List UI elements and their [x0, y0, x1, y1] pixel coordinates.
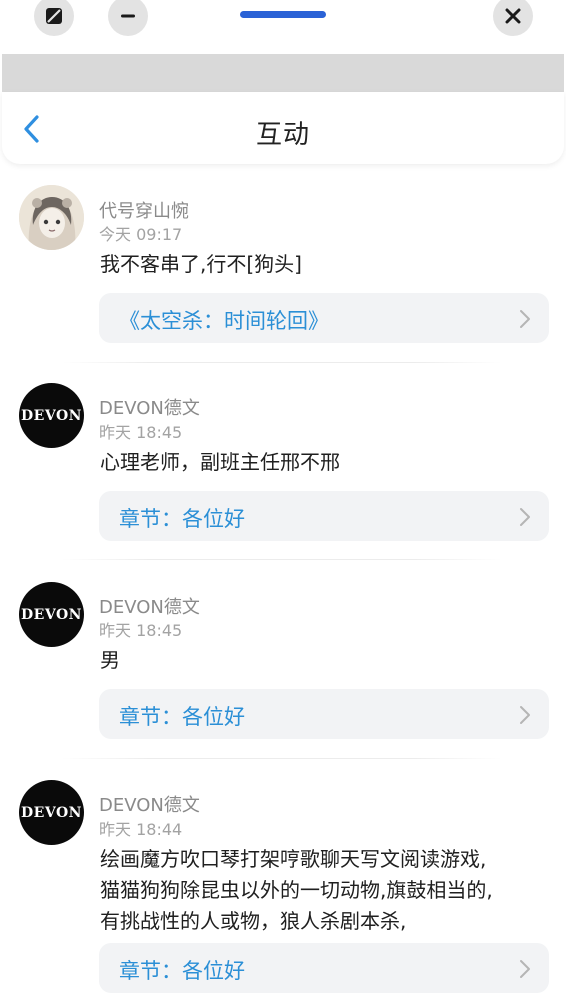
comment-item: 代号穿山惋 今天 09:17 我不客串了,行不[狗头] 《太空杀：时间轮回》 — [0, 170, 566, 363]
source-link-text: 章节：各位好 — [119, 705, 245, 729]
divider — [62, 559, 502, 560]
status-bar-placeholder — [2, 54, 564, 92]
user-name[interactable]: DEVON德文 — [99, 394, 200, 420]
comment-line: 猫猫狗狗除昆虫以外的一切动物,旗鼓相当的, — [100, 878, 493, 902]
avatar-logo-text: DEVON — [21, 804, 82, 821]
close-icon — [505, 8, 521, 24]
anime-girl-avatar-icon — [19, 185, 84, 250]
source-link-text: 《太空杀：时间轮回》 — [119, 309, 329, 333]
comment-line: 有挑战性的人或物，狼人杀剧本杀, — [100, 909, 407, 933]
comment-line: 心理老师，副班主任邢不邢 — [100, 450, 340, 474]
source-link-text: 章节：各位好 — [119, 507, 245, 531]
chevron-right-icon — [520, 706, 530, 724]
avatar-logo-text: DEVON — [21, 407, 82, 424]
avatar-logo-text: DEVON — [21, 606, 82, 623]
timestamp: 昨天 18:44 — [99, 820, 183, 839]
comment-line: 男 — [100, 648, 120, 672]
timestamp: 昨天 18:45 — [99, 621, 183, 640]
timestamp: 昨天 18:45 — [99, 423, 183, 442]
chevron-right-icon — [520, 960, 530, 978]
source-link-card[interactable]: 《太空杀：时间轮回》 — [99, 293, 549, 343]
comment-text: 我不客串了,行不[狗头] — [100, 249, 550, 280]
comment-text: 男 — [100, 645, 550, 676]
chevron-right-icon — [520, 310, 530, 328]
source-link-card[interactable]: 章节：各位好 — [99, 491, 549, 541]
divider — [62, 758, 502, 759]
comment-item: DEVON DEVON德文 昨天 18:45 心理老师，副班主任邢不邢 章节：各… — [0, 368, 566, 560]
user-name[interactable]: DEVON德文 — [99, 593, 200, 619]
comment-text: 心理老师，副班主任邢不邢 — [100, 447, 550, 478]
minimize-button[interactable] — [108, 0, 148, 36]
user-avatar[interactable]: DEVON — [19, 780, 84, 845]
timestamp: 今天 09:17 — [99, 225, 183, 244]
source-link-text: 章节：各位好 — [119, 959, 245, 983]
source-link-card[interactable]: 章节：各位好 — [99, 943, 549, 993]
comment-item: DEVON DEVON德文 昨天 18:44 绘画魔方吹口琴打架哼歌聊天写文阅读… — [0, 766, 566, 1006]
user-avatar[interactable]: DEVON — [19, 383, 84, 448]
page-title: 互动 — [255, 120, 310, 150]
picture-in-picture-button[interactable] — [34, 0, 74, 36]
chevron-right-icon — [520, 508, 530, 526]
comment-text: 绘画魔方吹口琴打架哼歌聊天写文阅读游戏, 猫猫狗狗除昆虫以外的一切动物,旗鼓相当… — [100, 844, 550, 937]
source-link-card[interactable]: 章节：各位好 — [99, 689, 549, 739]
divider — [62, 362, 502, 363]
window-chrome — [0, 0, 566, 52]
user-avatar[interactable] — [19, 185, 84, 250]
picture-in-picture-icon — [46, 8, 62, 24]
page-header: 互动 — [2, 92, 564, 164]
comment-line: 我不客串了,行不[狗头] — [100, 252, 302, 276]
user-avatar[interactable]: DEVON — [19, 582, 84, 647]
close-button[interactable] — [493, 0, 533, 36]
drag-handle[interactable] — [240, 11, 326, 18]
user-name[interactable]: DEVON德文 — [99, 791, 200, 817]
comment-line: 绘画魔方吹口琴打架哼歌聊天写文阅读游戏, — [100, 847, 487, 871]
minimize-icon — [121, 14, 135, 18]
comment-item: DEVON DEVON德文 昨天 18:45 男 章节：各位好 — [0, 567, 566, 759]
user-name[interactable]: 代号穿山惋 — [99, 197, 189, 223]
